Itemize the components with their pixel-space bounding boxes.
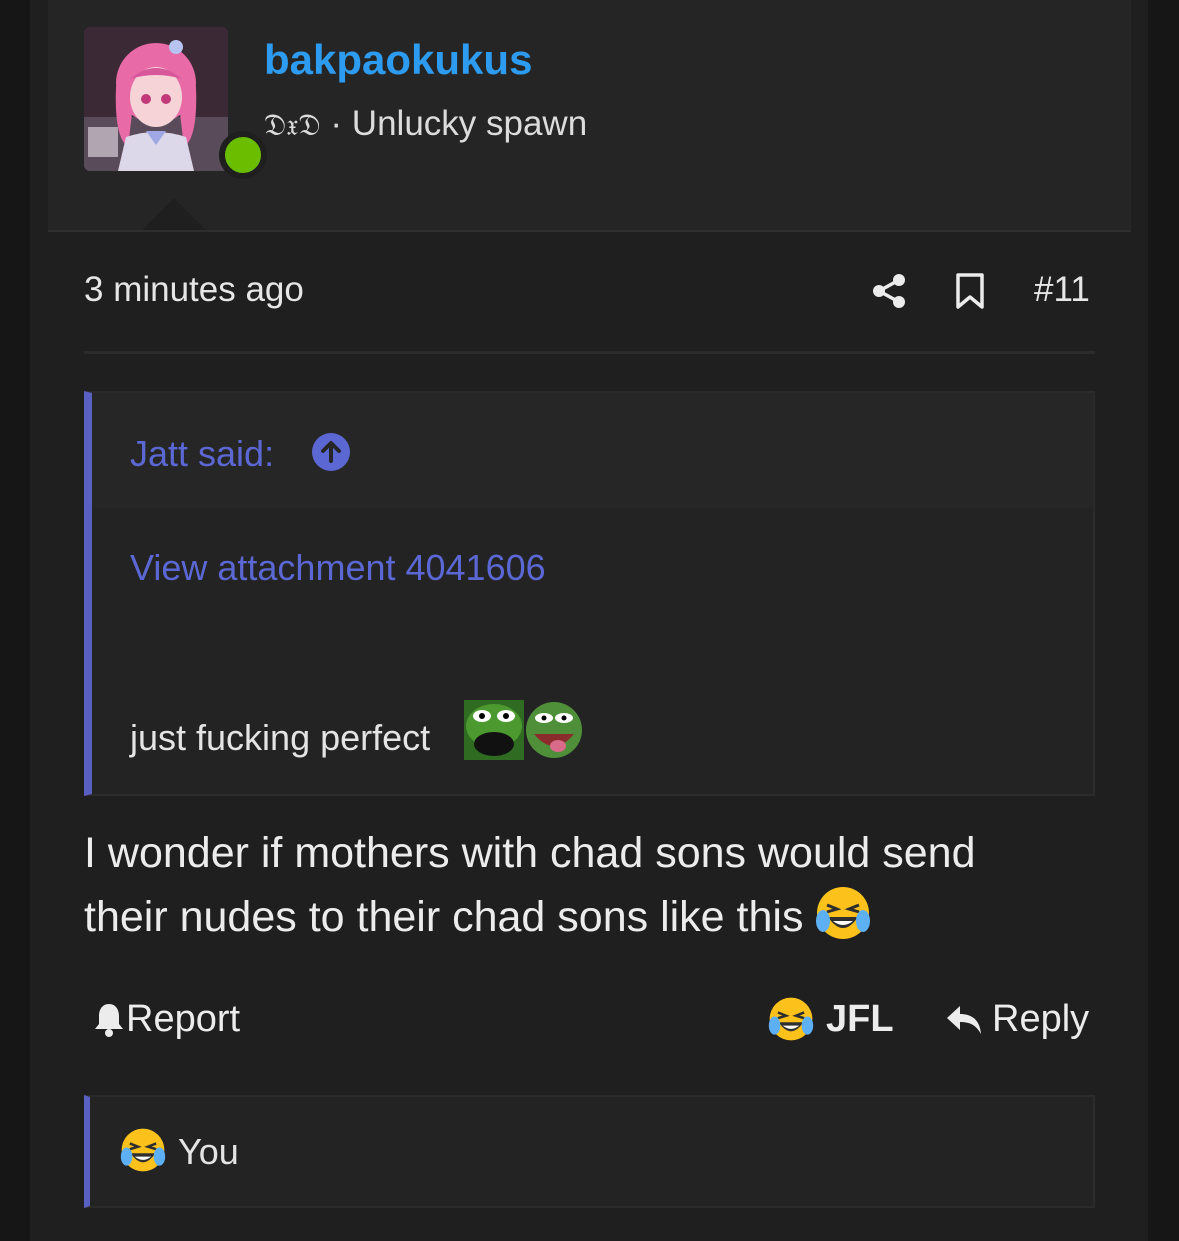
arrow-up-circle-icon[interactable]: [312, 433, 350, 471]
laughing-crying-emoji-icon: [120, 1127, 166, 1178]
post: bakpaokukus 𝔇𝔵𝔇 · Unlucky spawn 3 minute…: [30, 0, 1148, 1241]
quote-author[interactable]: Jatt said:: [130, 433, 274, 475]
avatar[interactable]: [84, 27, 228, 171]
online-status-indicator: [219, 131, 267, 179]
reply-arrow-icon: [947, 1005, 981, 1034]
post-number[interactable]: #11: [1034, 270, 1090, 310]
bell-icon: [95, 1003, 123, 1037]
post-body-line-text: their nudes to their chad sons like this: [84, 893, 804, 941]
jfl-reaction-button[interactable]: JFL: [768, 996, 894, 1042]
user-badge: 𝔇𝔵𝔇: [264, 108, 321, 143]
divider: [84, 351, 1095, 354]
post-body: I wonder if mothers with chad sons would…: [84, 822, 1095, 959]
attachment-link[interactable]: View attachment 4041606: [130, 547, 546, 589]
user-header: bakpaokukus 𝔇𝔵𝔇 · Unlucky spawn: [48, 0, 1131, 232]
bookmark-icon[interactable]: [954, 272, 986, 310]
laughing-crying-emoji-icon: [768, 997, 814, 1041]
post-body-line: their nudes to their chad sons like this: [84, 885, 1095, 959]
reply-button[interactable]: Reply: [944, 998, 1089, 1041]
report-label: Report: [126, 998, 241, 1040]
header-pointer: [142, 198, 206, 230]
title-separator: ·: [330, 104, 343, 143]
post-body-line: I wonder if mothers with chad sons would…: [84, 829, 976, 877]
report-button[interactable]: Report: [92, 998, 240, 1041]
laughing-crying-emoji-icon: [815, 885, 871, 959]
pepe-laughing-emoji-icon: [524, 700, 584, 760]
post-time[interactable]: 3 minutes ago: [84, 270, 304, 310]
user-title-text: Unlucky spawn: [351, 104, 588, 143]
reply-label: Reply: [992, 998, 1090, 1040]
quote-header: Jatt said:: [92, 393, 1093, 508]
user-title: 𝔇𝔵𝔇 · Unlucky spawn: [264, 104, 587, 144]
reactions-label[interactable]: You: [178, 1131, 239, 1173]
jfl-label: JFL: [826, 997, 894, 1040]
pepe-screaming-emoji-icon: [464, 700, 524, 760]
username[interactable]: bakpaokukus: [264, 36, 532, 84]
reactions-bar[interactable]: You: [84, 1095, 1095, 1208]
share-icon[interactable]: [870, 272, 908, 310]
quote-text: just fucking perfect: [130, 717, 431, 758]
quote-block: Jatt said: View attachment 4041606 just …: [84, 391, 1095, 796]
